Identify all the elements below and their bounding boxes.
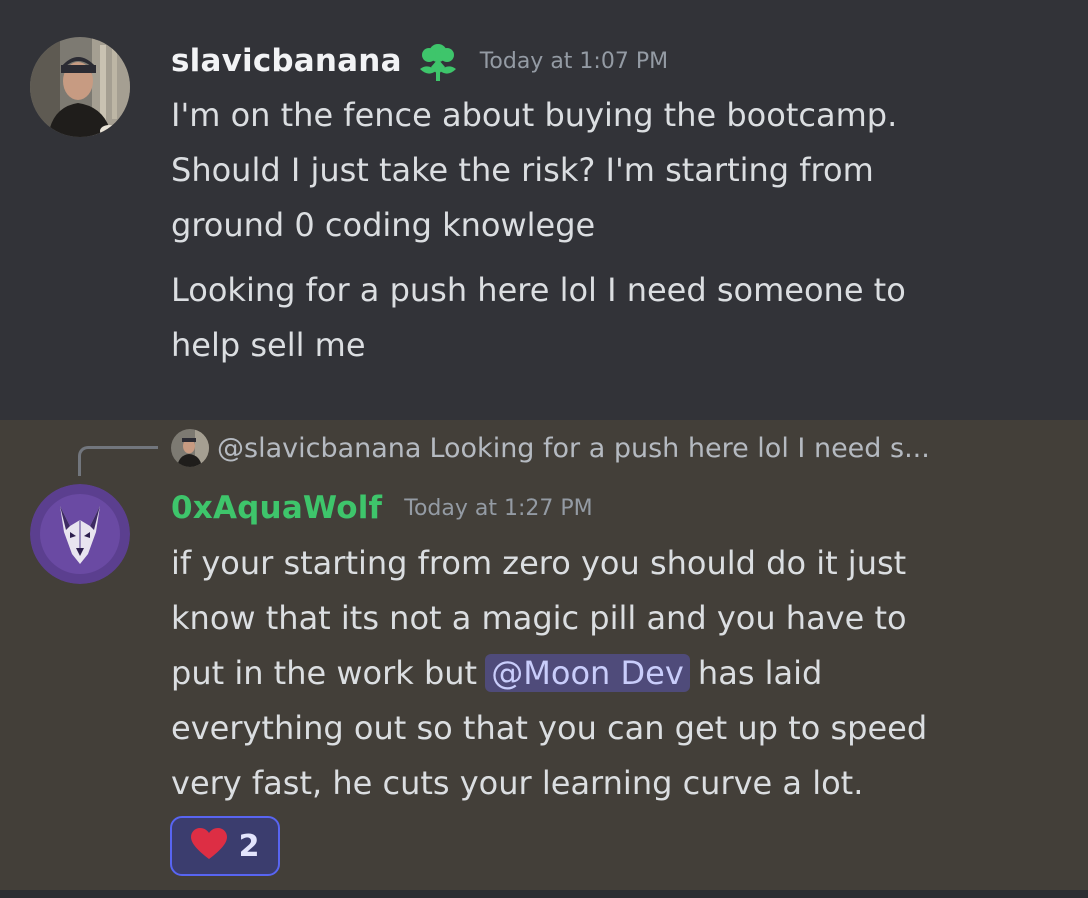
- message-timestamp[interactable]: Today at 1:27 PM: [404, 496, 592, 521]
- message-line: know that its not a magic pill and you h…: [171, 599, 907, 637]
- message-content: Looking for a push here lol I need someo…: [171, 263, 906, 373]
- message-0xaquawolf: @slavicbanana Looking for a push here lo…: [0, 420, 1088, 890]
- message-line: help sell me: [171, 326, 366, 364]
- reply-mention[interactable]: @slavicbanana: [217, 433, 421, 464]
- reaction-button[interactable]: 2: [170, 816, 280, 876]
- reply-preview[interactable]: @slavicbanana Looking for a push here lo…: [171, 428, 930, 468]
- message-timestamp[interactable]: Today at 1:07 PM: [480, 49, 668, 74]
- reply-connector-line: [78, 446, 158, 476]
- message-content: I'm on the fence about buying the bootca…: [171, 88, 897, 253]
- message-line: very fast, he cuts your learning curve a…: [171, 764, 864, 802]
- message-header: slavicbanana Today at 1:07 PM: [171, 40, 668, 82]
- message-line: Looking for a push here lol I need someo…: [171, 271, 906, 309]
- reply-avatar: [171, 429, 209, 467]
- heart-icon: [190, 828, 227, 864]
- user-avatar[interactable]: [30, 484, 130, 584]
- user-mention[interactable]: @Moon Dev: [485, 654, 690, 692]
- message-text: has laid: [687, 654, 823, 692]
- reaction-count: 2: [238, 828, 260, 864]
- message-line: ground 0 coding knowlege: [171, 206, 596, 244]
- message-line: I'm on the fence about buying the bootca…: [171, 96, 898, 134]
- user-avatar[interactable]: [30, 37, 130, 137]
- message-slavicbanana: slavicbanana Today at 1:07 PM I'm on the…: [0, 0, 1088, 420]
- username[interactable]: 0xAquaWolf: [171, 490, 382, 526]
- message-line: if your starting from zero you should do…: [171, 544, 907, 582]
- bottom-divider: [0, 890, 1088, 898]
- message-line: Should I just take the risk? I'm startin…: [171, 151, 874, 189]
- reply-text[interactable]: Looking for a push here lol I need s...: [429, 433, 929, 464]
- username[interactable]: slavicbanana: [171, 43, 402, 79]
- message-line: everything out so that you can get up to…: [171, 709, 928, 747]
- green-flower-icon[interactable]: [414, 39, 462, 83]
- message-content: if your starting from zero you should do…: [171, 536, 927, 811]
- message-line: put in the work but @Moon Dev has laid: [171, 646, 927, 701]
- message-header: 0xAquaWolf Today at 1:27 PM: [171, 486, 593, 530]
- message-text: put in the work but: [171, 654, 488, 692]
